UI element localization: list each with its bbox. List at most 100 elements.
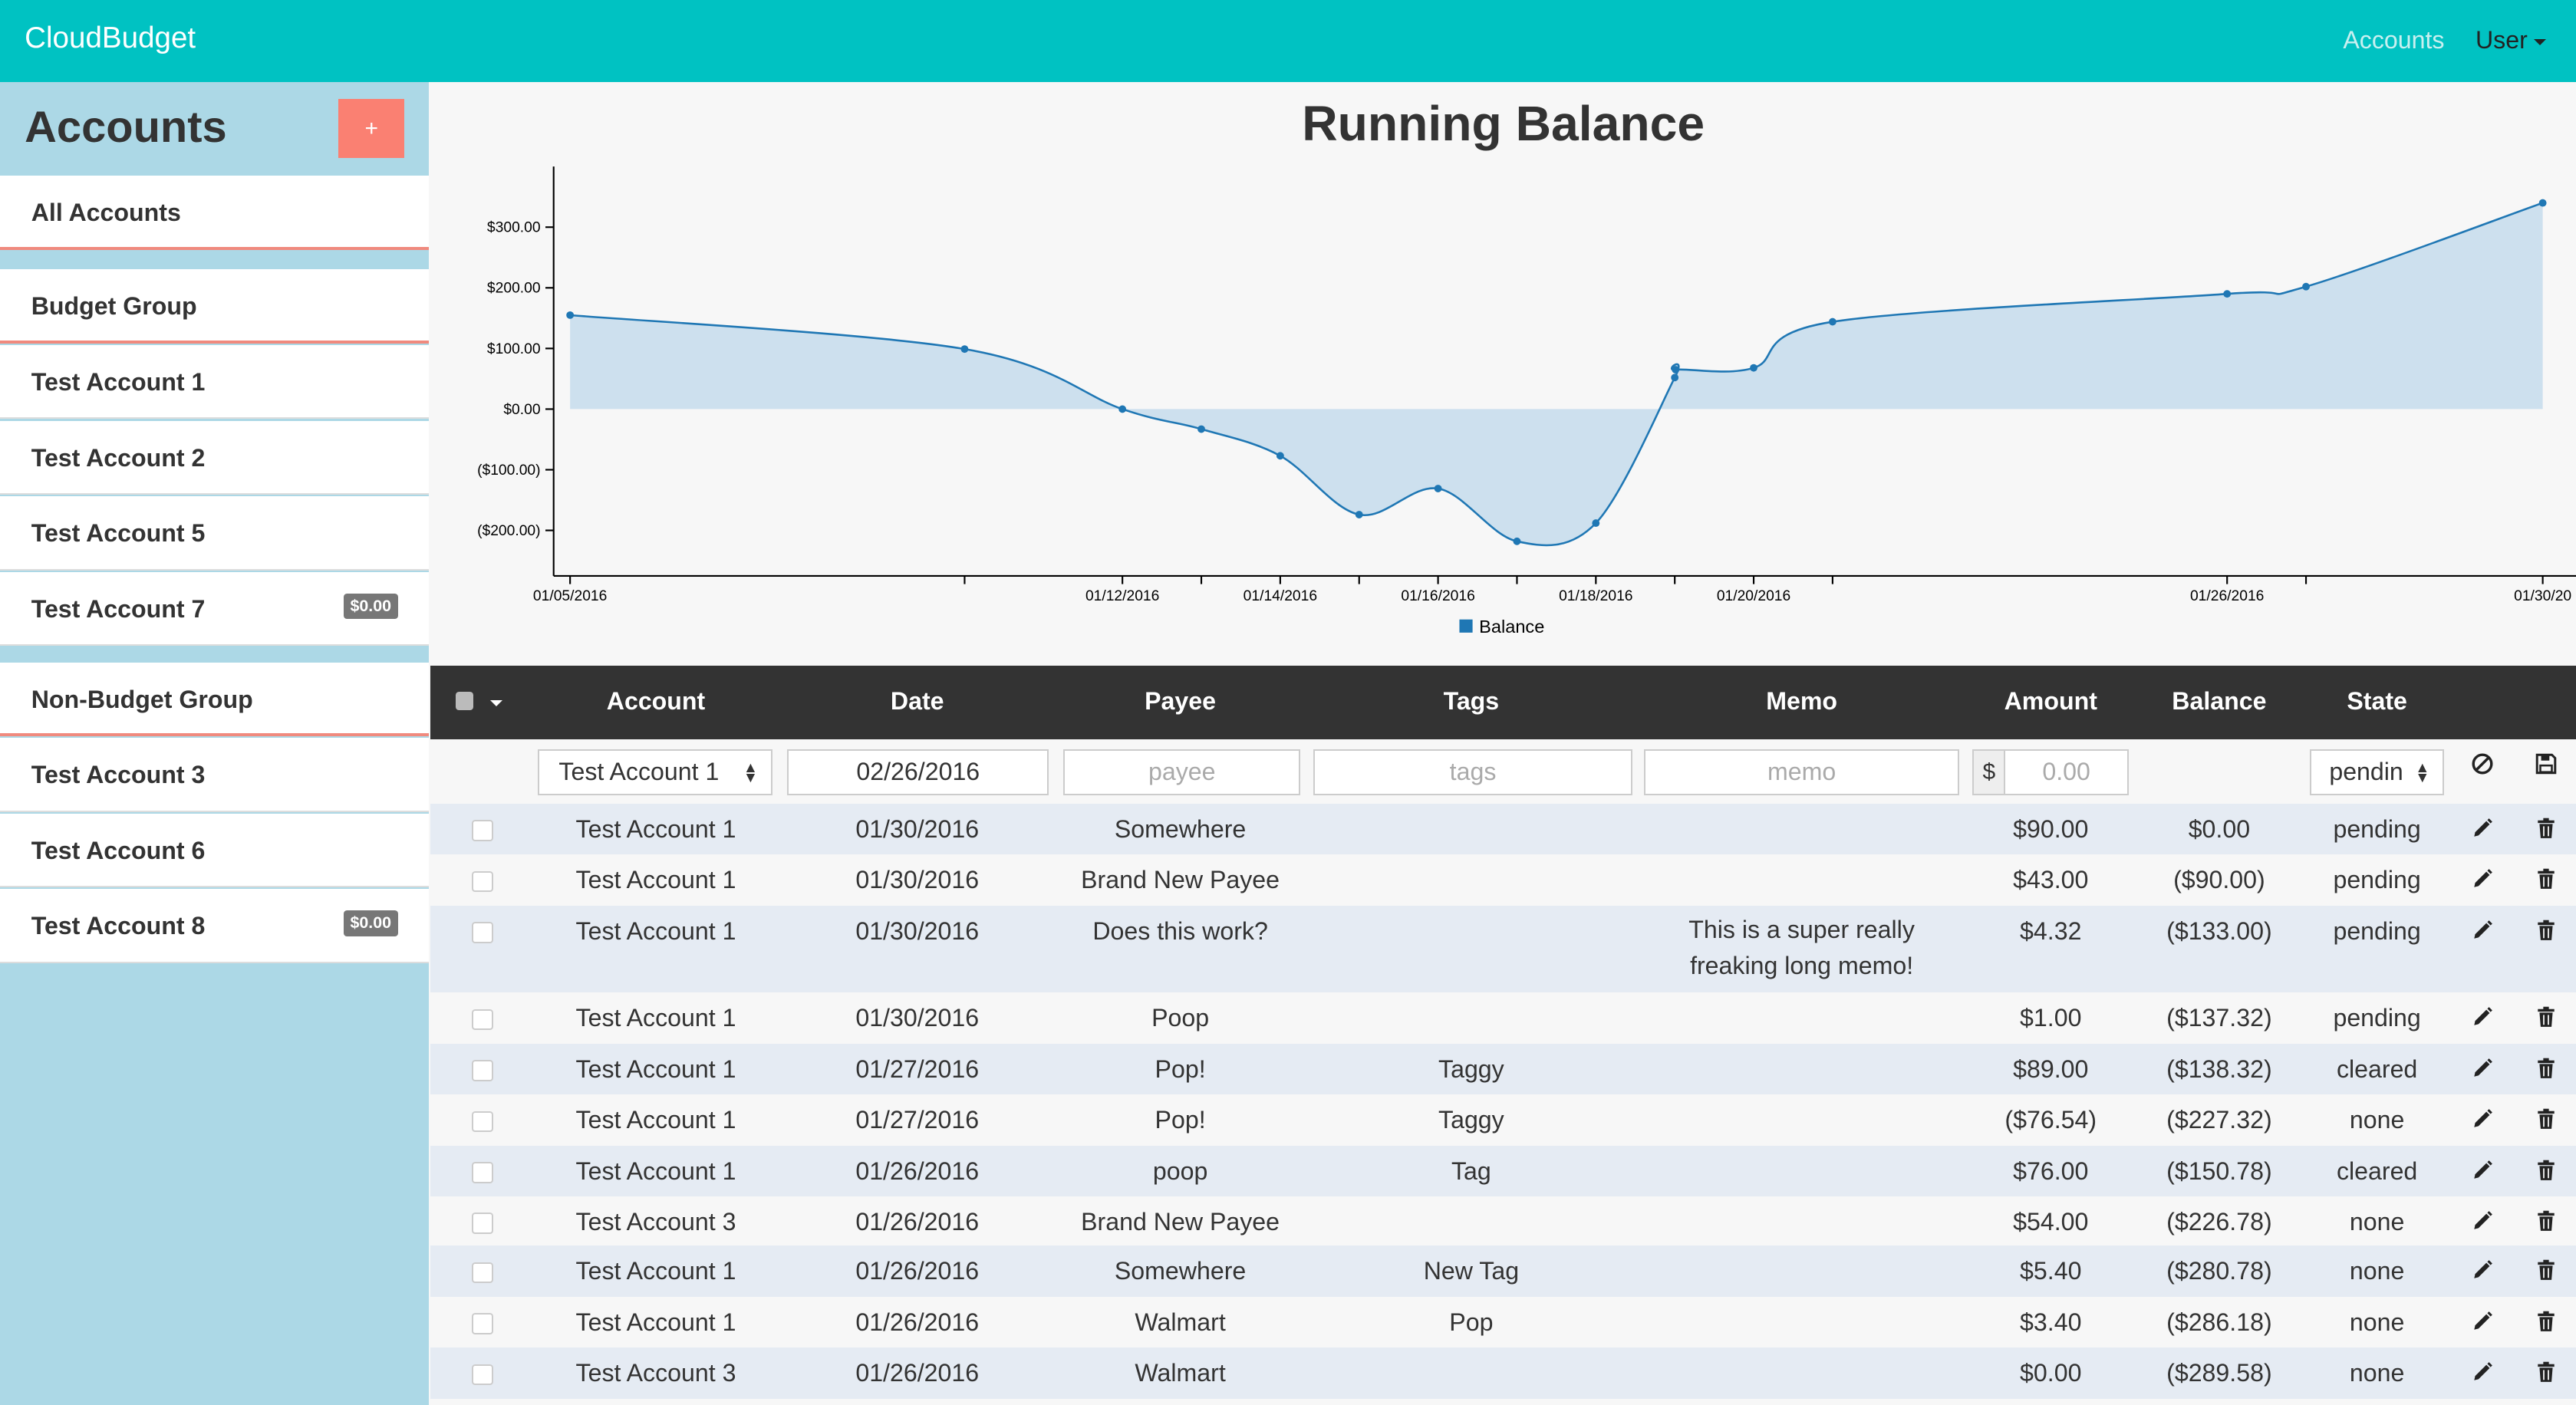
delete-trash-icon[interactable] [2535, 817, 2558, 840]
cell-balance: ($138.32) [2166, 1055, 2272, 1083]
delete-trash-icon[interactable] [2535, 1361, 2558, 1384]
table-row[interactable]: Test Account 1 01/27/2016 Pop! Taggy ($76.54… [430, 1094, 2576, 1146]
cell-date: 01/30/2016 [855, 866, 980, 894]
edit-pencil-icon[interactable] [2471, 1107, 2494, 1130]
account-select[interactable]: Test Account 1 ▲ ▼ [537, 749, 773, 796]
sidebar-item-test-account-6[interactable]: Test Account 6 [0, 813, 430, 888]
table-row[interactable]: Test Account 1 01/30/2016 Somewhere $90.00 $… [430, 803, 2576, 855]
cell-payee: Pop! [1155, 1106, 1206, 1134]
edit-pencil-icon[interactable] [2471, 867, 2494, 890]
delete-trash-icon[interactable] [2535, 1005, 2558, 1028]
sidebar-item-all-accounts[interactable]: All Accounts [0, 176, 430, 250]
cell-amount: $89.00 [2013, 1055, 2089, 1083]
delete-trash-icon[interactable] [2535, 1159, 2558, 1182]
state-select[interactable]: pendin ▲ ▼ [2309, 749, 2445, 796]
delete-trash-icon[interactable] [2535, 1107, 2558, 1130]
delete-trash-icon[interactable] [2535, 867, 2558, 890]
select-all-checkbox[interactable] [455, 692, 474, 710]
header-account[interactable]: Account [541, 687, 771, 716]
sidebar-item-test-account-1[interactable]: Test Account 1 [0, 345, 430, 420]
nav-accounts-link[interactable]: Accounts [2343, 26, 2444, 54]
delete-trash-icon[interactable] [2535, 1057, 2558, 1080]
sidebar-item-non-budget-group[interactable]: Non-Budget Group [0, 662, 430, 736]
table-row[interactable]: Test Account 1 01/26/2016 Walmart Pop $3.40 (… [430, 1296, 2576, 1348]
header-date[interactable]: Date [786, 687, 1049, 716]
edit-pencil-icon[interactable] [2471, 817, 2494, 840]
edit-pencil-icon[interactable] [2471, 1159, 2494, 1182]
date-input[interactable]: 02/26/2016 [787, 749, 1049, 796]
row-checkbox[interactable] [472, 1060, 493, 1081]
header-payee[interactable]: Payee [1062, 687, 1299, 716]
row-checkbox[interactable] [472, 1213, 493, 1235]
y-tick-label: $0.00 [504, 402, 541, 418]
table-row[interactable]: Test Account 1 01/30/2016 Poop $1.00 ($137.3… [430, 992, 2576, 1044]
row-checkbox[interactable] [472, 1111, 493, 1133]
edit-pencil-icon[interactable] [2471, 1005, 2494, 1028]
amount-input[interactable]: 0.00 [2004, 749, 2130, 796]
sidebar-item-test-account-8[interactable]: Test Account 8 $0.00 [0, 889, 430, 963]
data-point [1672, 366, 1680, 374]
delete-trash-icon[interactable] [2535, 919, 2558, 942]
edit-pencil-icon[interactable] [2471, 1259, 2494, 1282]
cell-date: 01/30/2016 [855, 1004, 980, 1032]
user-menu[interactable]: User [2476, 26, 2547, 54]
table-row[interactable]: Test Account 1 01/30/2016 Does this work? T… [430, 905, 2576, 993]
cell-amount: $1.00 [2020, 1004, 2082, 1032]
cell-date: 01/26/2016 [855, 1157, 980, 1185]
tags-input[interactable]: tags [1313, 749, 1632, 796]
cell-account: Test Account 1 [575, 1106, 736, 1134]
cell-state: none [2349, 1208, 2405, 1236]
edit-pencil-icon[interactable] [2471, 1057, 2494, 1080]
sidebar-item-test-account-2[interactable]: Test Account 2 [0, 420, 430, 495]
cancel-icon[interactable] [2471, 752, 2494, 775]
payee-input[interactable]: payee [1063, 749, 1301, 796]
row-checkbox[interactable] [472, 1009, 493, 1031]
add-account-button[interactable]: + [338, 98, 405, 158]
sidebar-item-test-account-7[interactable]: Test Account 7 $0.00 [0, 571, 430, 647]
table-row[interactable]: Test Account 1 01/26/2016 poop Tag $76.00 ($1… [430, 1145, 2576, 1197]
brand-logo[interactable]: CloudBudget [25, 21, 196, 55]
edit-pencil-icon[interactable] [2471, 919, 2494, 942]
x-tick-label: 01/16/2016 [1402, 588, 1475, 604]
table-row[interactable]: Test Account 1 01/26/2016 Somewhere New Tag… [430, 1245, 2576, 1297]
legend-label: Balance [1480, 617, 1545, 637]
sidebar-item-test-account-5[interactable]: Test Account 5 [0, 496, 430, 571]
sidebar-item-test-account-3[interactable]: Test Account 3 [0, 738, 430, 812]
new-transaction-row: Test Account 1 ▲ ▼ 02/26/2016 payee tags m… [430, 739, 2576, 802]
data-point [1750, 364, 1758, 372]
edit-pencil-icon[interactable] [2471, 1361, 2494, 1384]
header-state[interactable]: State [2308, 687, 2446, 716]
cell-tags: Pop [1449, 1308, 1494, 1336]
row-checkbox[interactable] [472, 1313, 493, 1334]
edit-pencil-icon[interactable] [2471, 1310, 2494, 1333]
save-icon[interactable] [2535, 752, 2558, 775]
table-row[interactable]: Test Account 1 01/30/2016 Brand New Payee $… [430, 854, 2576, 906]
memo-input[interactable]: memo [1643, 749, 1960, 796]
data-point [1118, 405, 1127, 413]
row-checkbox[interactable] [472, 870, 493, 893]
cell-balance: ($289.58) [2166, 1359, 2272, 1387]
table-row[interactable]: Test Account 1 01/27/2016 Pop! Taggy $89.00 (… [430, 1043, 2576, 1095]
header-balance[interactable]: Balance [2140, 687, 2298, 716]
cell-amount: $90.00 [2013, 814, 2089, 843]
header-amount[interactable]: Amount [1972, 687, 2129, 716]
edit-pencil-icon[interactable] [2471, 1209, 2494, 1232]
delete-trash-icon[interactable] [2535, 1259, 2558, 1282]
cell-balance: ($280.78) [2166, 1257, 2272, 1285]
table-row[interactable]: Test Account 3 01/26/2016 Walmart $0.00 ($28… [430, 1347, 2576, 1399]
cell-payee: Walmart [1135, 1359, 1226, 1387]
table-row[interactable]: Test Account 3 01/26/2016 Brand New Payee $… [430, 1196, 2576, 1248]
header-tags[interactable]: Tags [1312, 687, 1631, 716]
delete-trash-icon[interactable] [2535, 1310, 2558, 1333]
row-checkbox[interactable] [472, 1364, 493, 1386]
sidebar-item-budget-group[interactable]: Budget Group [0, 269, 430, 344]
balance-badge: $0.00 [343, 593, 398, 620]
row-checkbox[interactable] [472, 1262, 493, 1284]
delete-trash-icon[interactable] [2535, 1209, 2558, 1232]
row-checkbox[interactable] [472, 922, 493, 943]
row-checkbox[interactable] [472, 1162, 493, 1183]
caret-down-icon[interactable] [489, 699, 502, 706]
row-checkbox[interactable] [472, 820, 493, 841]
cell-amount: $0.00 [2020, 1359, 2082, 1387]
header-memo[interactable]: Memo [1644, 687, 1959, 716]
